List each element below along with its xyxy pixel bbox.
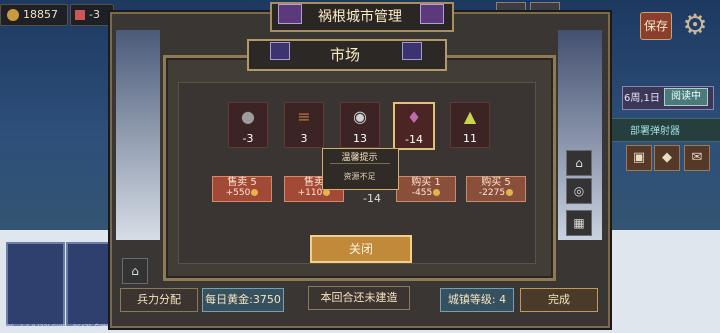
gold-coin-icon	[7, 9, 19, 21]
resource-crystal[interactable]: ♦ -14	[393, 102, 435, 150]
sell-5-amount: +550	[225, 188, 251, 198]
banner-left-icon	[278, 4, 302, 24]
resource-value: -14	[405, 133, 423, 146]
trade-quantity: -14	[363, 192, 381, 205]
sell-1-amount: +110	[297, 188, 323, 198]
scroll-icon[interactable]: ✉	[684, 145, 710, 171]
resource-value: 3	[300, 132, 308, 145]
winter-tree-art	[116, 30, 160, 240]
resource-mercury[interactable]: ◉ 13	[340, 102, 380, 148]
tooltip-text: 资源不足	[343, 172, 376, 181]
market-banner-left-icon	[270, 42, 290, 60]
hero-card-1[interactable]	[6, 242, 65, 326]
building-icon-1[interactable]: ⌂	[566, 150, 592, 176]
artifact-slot-2[interactable]: ◆	[654, 145, 680, 171]
build-status: 本回合还未建造	[308, 286, 410, 310]
city-bottom-bar: 兵力分配 每日黄金:3750 本回合还未建造 城镇等级: 4 完成	[112, 284, 604, 324]
population-icon	[75, 10, 85, 20]
version-text: iOS - 1.1.0 (33) GUID - 86475 自动存档	[4, 324, 118, 331]
buy-5-amount: -2275	[478, 188, 506, 198]
resource-value: -3	[242, 132, 254, 145]
gold-coin-icon	[251, 189, 259, 196]
daily-gold-value: 3750	[252, 293, 281, 306]
buy-1-amount: -455	[411, 188, 433, 198]
market-banner-right-icon	[402, 42, 422, 60]
banner-right-icon	[420, 4, 444, 24]
sell-5-button[interactable]: 售卖 5 +550	[212, 176, 272, 202]
resource-value: 13	[353, 132, 367, 145]
sulfur-icon: ▲	[463, 107, 477, 126]
daily-gold: 每日黄金:3750	[202, 288, 284, 312]
population-counter: -3	[70, 4, 114, 26]
home-icon[interactable]: ⌂	[122, 258, 148, 284]
gear-icon[interactable]: ⚙	[678, 8, 712, 42]
right-items: ▣ ◆ ✉	[600, 145, 720, 175]
crystal-icon: ♦	[406, 108, 422, 127]
save-button[interactable]: 保存	[640, 12, 672, 40]
finish-button[interactable]: 完成	[520, 288, 598, 312]
buy-1-button[interactable]: 购买 1 -455	[396, 176, 456, 202]
date-button[interactable]: 阅读中	[664, 88, 708, 106]
artifact-slot-1[interactable]: ▣	[626, 145, 652, 171]
ore-icon: ●	[241, 107, 255, 126]
close-button[interactable]: 关闭	[310, 235, 412, 263]
gold-counter: 18857	[0, 4, 68, 26]
buy-1-label: 购买 1	[411, 177, 441, 188]
wood-icon: ≡	[297, 107, 311, 126]
resource-sulfur[interactable]: ▲ 11	[450, 102, 490, 148]
gold-coin-icon	[323, 189, 331, 196]
gold-value: 18857	[23, 8, 58, 21]
mercury-icon: ◉	[353, 107, 367, 126]
buy-5-button[interactable]: 购买 5 -2275	[466, 176, 526, 202]
town-level-label: 城镇等级:	[447, 293, 496, 306]
town-level: 城镇等级: 4	[440, 288, 514, 312]
winter-building-art	[558, 30, 602, 240]
buy-5-label: 购买 5	[481, 177, 511, 188]
troops-button[interactable]: 兵力分配	[120, 288, 198, 312]
population-value: -3	[89, 8, 100, 21]
resource-wood[interactable]: ≡ 3	[284, 102, 324, 148]
deploy-label: 部署弹射器	[630, 126, 680, 137]
sell-5-label: 售卖 5	[227, 177, 257, 188]
date-text: 6周,1日	[624, 93, 660, 104]
tooltip-title: 温馨提示	[341, 153, 378, 163]
building-icon-3[interactable]: ▦	[566, 210, 592, 236]
town-level-value: 4	[499, 293, 507, 306]
gold-coin-icon	[506, 189, 514, 196]
tooltip-divider	[330, 163, 390, 164]
gold-coin-icon	[433, 189, 441, 196]
resource-value: 11	[463, 132, 477, 145]
building-icon-2[interactable]: ◎	[566, 178, 592, 204]
resource-ore[interactable]: ● -3	[228, 102, 268, 148]
daily-gold-label: 每日黄金:	[205, 293, 253, 306]
